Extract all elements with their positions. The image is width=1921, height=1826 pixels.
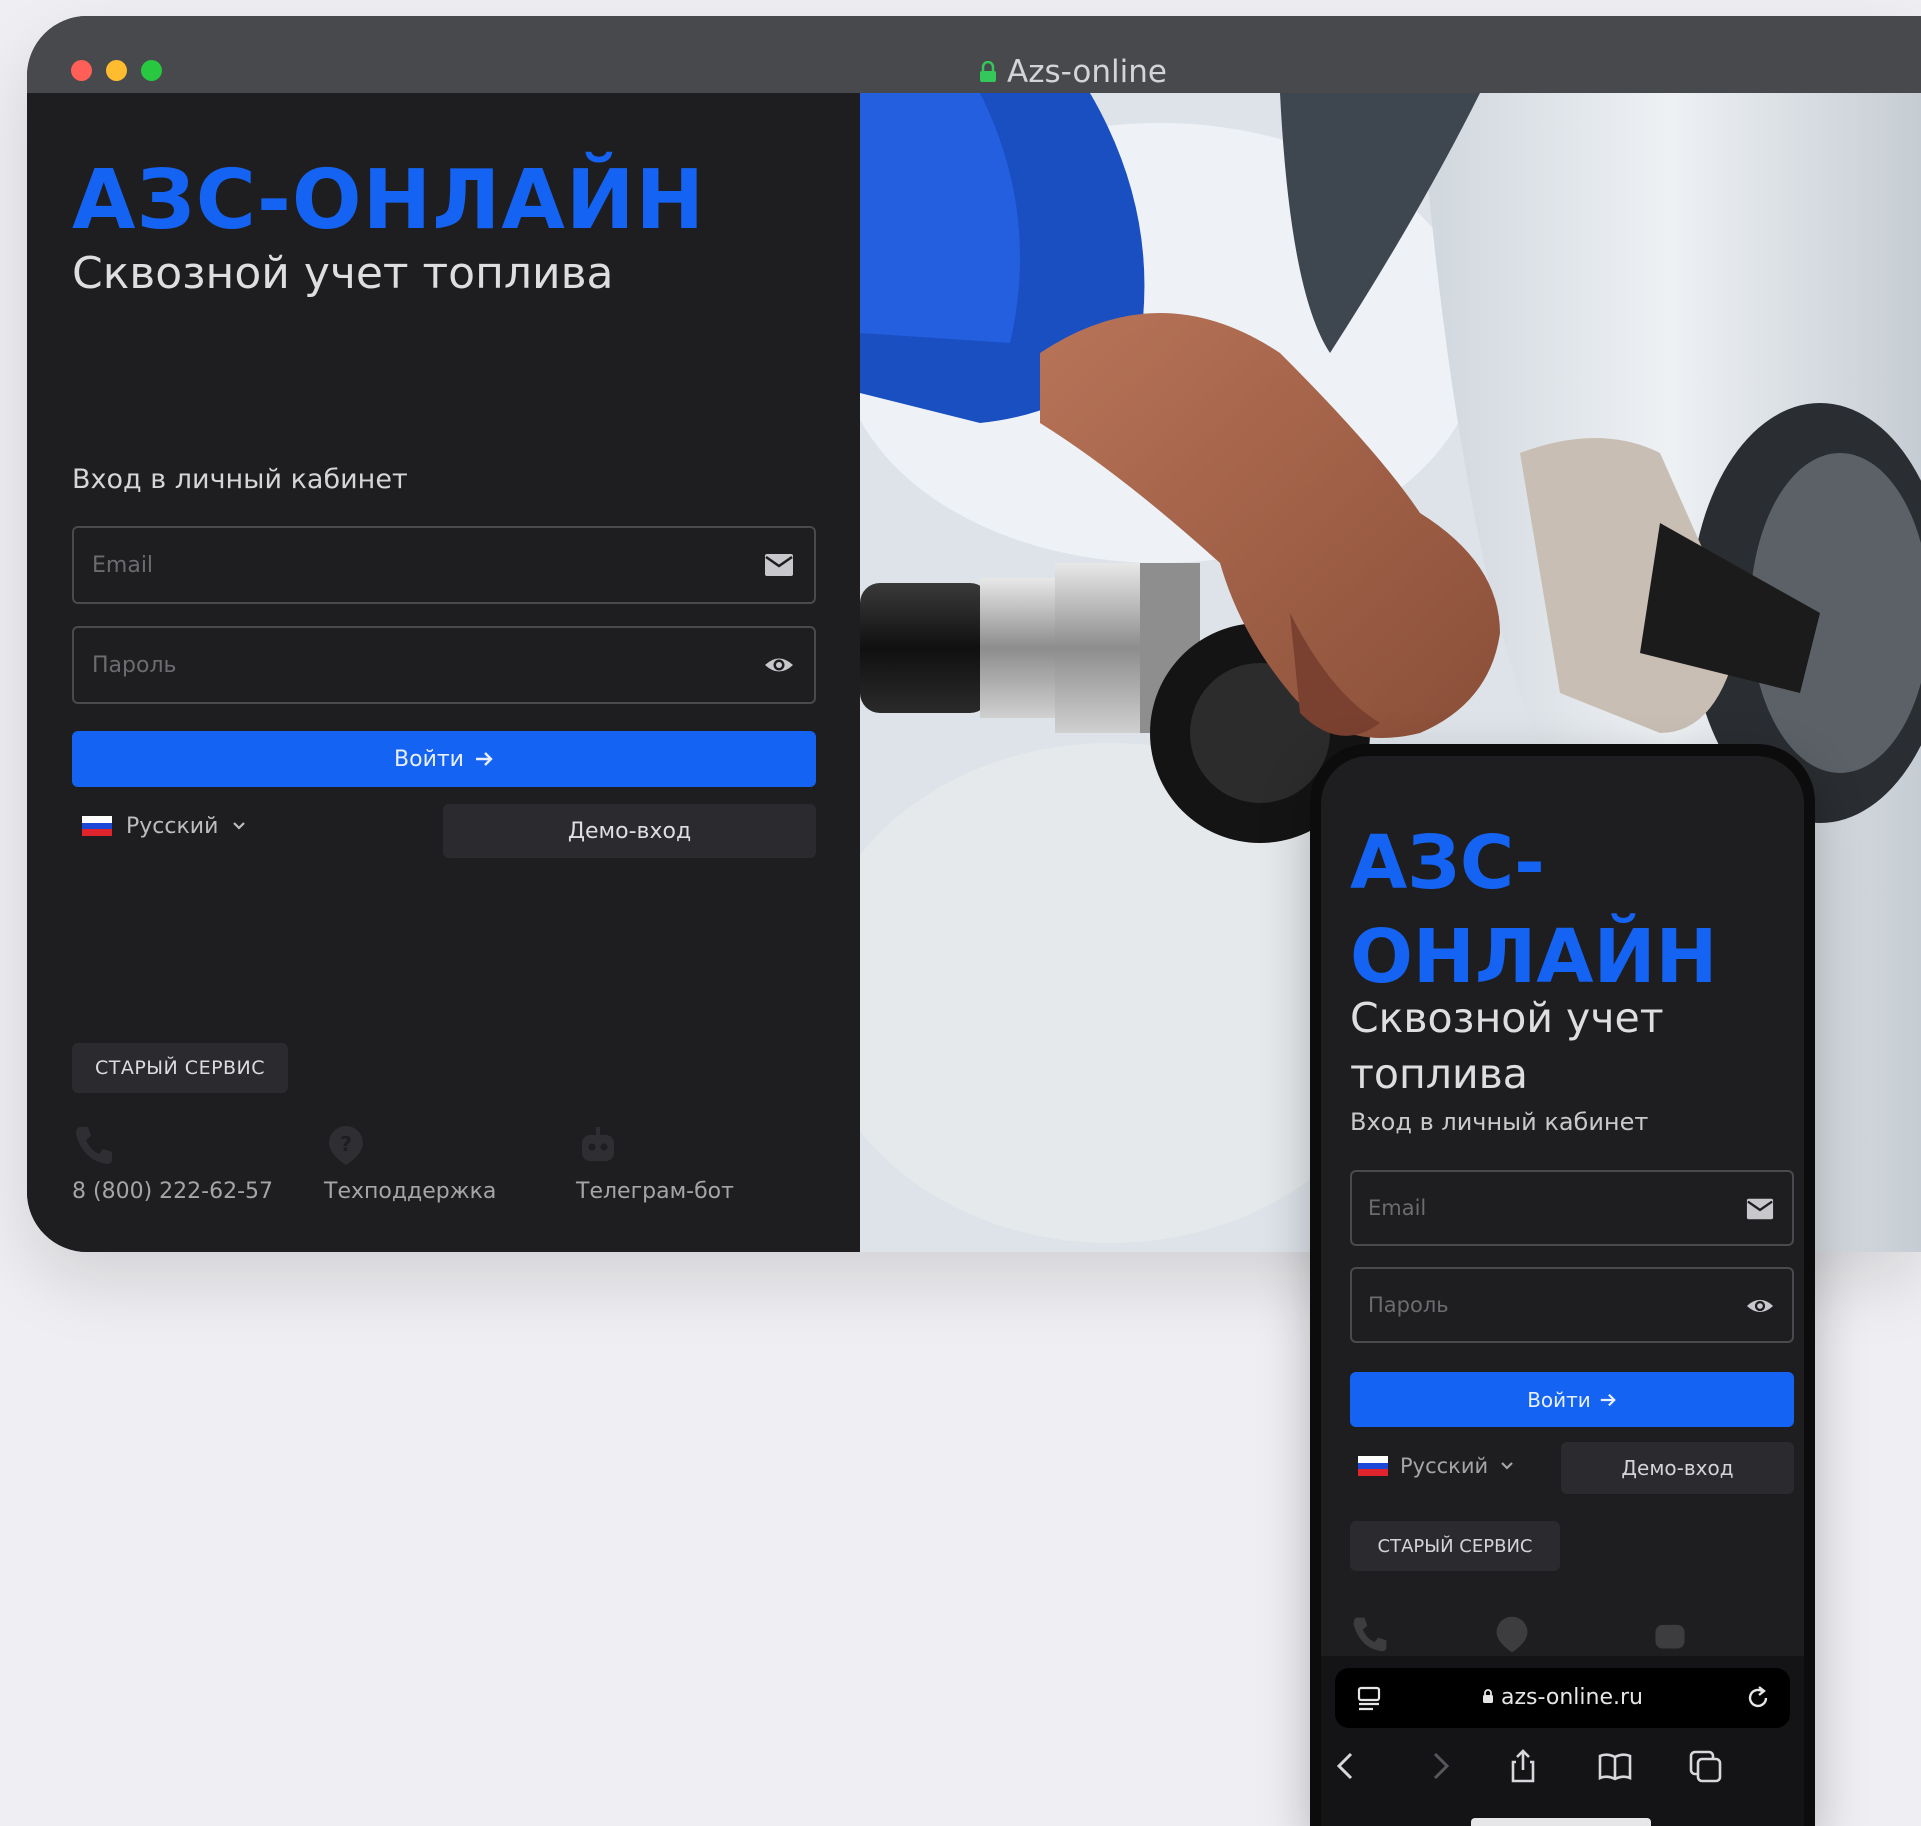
mail-icon [765,554,793,576]
eye-icon[interactable] [1746,1293,1774,1319]
mobile-email-field [1350,1170,1794,1246]
phone-screen: АЗС-ОНЛАЙН Сквозной учет топлива Вход в … [1321,756,1804,1826]
support-icon: ? [329,1126,363,1165]
language-selector[interactable]: Русский [82,806,246,846]
login-panel: АЗС-ОНЛАЙН Сквозной учет топлива Вход в … [27,93,860,1252]
chevron-down-icon [1501,1462,1513,1470]
mobile-brand-logo-text: АЗС-ОНЛАЙН [1350,820,1718,1000]
russia-flag-icon [82,816,112,837]
email-field [72,526,816,604]
mobile-contacts-row [1350,1614,1794,1658]
telegram-bot-icon [582,1127,614,1161]
share-icon[interactable] [1505,1748,1541,1784]
mail-icon [1746,1198,1774,1220]
safari-nav-bar [1321,1748,1804,1792]
telegram-bot-icon[interactable] [1650,1614,1690,1654]
arrow-right-icon [475,752,493,766]
window-titlebar: Azs-online [27,16,1921,93]
forward-icon[interactable] [1421,1748,1457,1784]
password-field [72,626,816,704]
tagline: Сквозной учет топлива [72,248,614,299]
bookmarks-icon[interactable] [1597,1748,1633,1784]
mobile-tagline: Сквозной учет топлива [1350,994,1664,1098]
mobile-language-selector[interactable]: Русский [1358,1446,1514,1486]
eye-icon[interactable] [764,652,794,678]
lock-icon [1483,1689,1494,1703]
back-icon[interactable] [1329,1748,1365,1784]
login-button[interactable]: Войти [72,731,816,787]
support-link[interactable]: ? Техподдержка [324,1123,496,1204]
reload-icon[interactable] [1744,1684,1772,1712]
arrow-right-icon [1600,1393,1616,1406]
telegram-bot-link[interactable]: Телеграм-бот [576,1123,734,1204]
russia-flag-icon [1358,1456,1388,1477]
login-heading: Вход в личный кабинет [72,464,408,495]
home-indicator[interactable] [1471,1818,1651,1826]
safari-toolbar: azs-online.ru [1321,1656,1804,1826]
demo-login-button[interactable]: Демо-вход [443,804,816,858]
maximize-window-button[interactable] [141,60,162,81]
phone-link[interactable]: 8 (800) 222-62-57 [72,1123,273,1204]
brand-logo-text: АЗС-ОНЛАЙН [72,153,706,248]
email-input[interactable] [74,528,814,602]
close-window-button[interactable] [71,60,92,81]
lock-icon [980,61,996,82]
phone-mockup: АЗС-ОНЛАЙН Сквозной учет топлива Вход в … [1310,744,1815,1826]
window-title: Azs-online [979,54,1167,90]
mobile-login-button[interactable]: Войти [1350,1372,1794,1427]
mobile-login-heading: Вход в личный кабинет [1350,1108,1649,1136]
old-service-button[interactable]: СТАРЫЙ СЕРВИС [72,1043,288,1093]
mobile-password-field [1350,1267,1794,1343]
mobile-email-input[interactable] [1352,1172,1792,1244]
address-bar[interactable]: azs-online.ru [1335,1668,1790,1728]
support-icon[interactable] [1492,1614,1532,1654]
chevron-down-icon [233,822,246,830]
mobile-old-service-button[interactable]: СТАРЫЙ СЕРВИС [1350,1521,1560,1571]
address-text: azs-online.ru [1335,1685,1790,1710]
svg-text:?: ? [340,1132,352,1156]
password-input[interactable] [74,628,814,702]
phone-icon [76,1127,112,1164]
tabs-icon[interactable] [1687,1748,1723,1784]
minimize-window-button[interactable] [106,60,127,81]
mobile-demo-login-button[interactable]: Демо-вход [1561,1442,1794,1494]
phone-icon[interactable] [1350,1614,1390,1654]
mobile-password-input[interactable] [1352,1269,1792,1341]
